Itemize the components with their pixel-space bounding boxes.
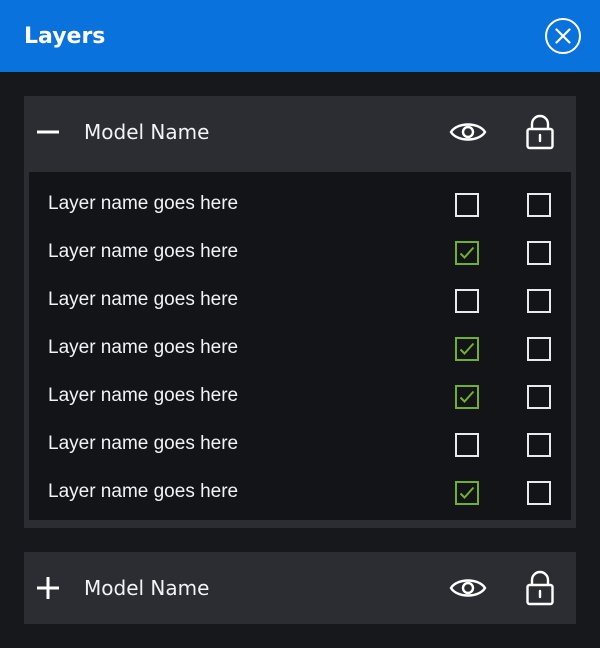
lock-icon xyxy=(525,570,555,606)
model-lock-toggle[interactable] xyxy=(522,112,558,152)
layer-lock-checkbox[interactable] xyxy=(527,433,551,457)
layer-row: Layer name goes here xyxy=(29,420,571,468)
close-icon xyxy=(555,28,571,44)
expand-button[interactable] xyxy=(34,576,62,600)
layer-lock-checkbox[interactable] xyxy=(527,385,551,409)
layer-name: Layer name goes here xyxy=(48,193,239,214)
layer-lock-checkbox[interactable] xyxy=(527,193,551,217)
layer-visibility-checkbox[interactable] xyxy=(455,241,479,265)
model-lock-toggle[interactable] xyxy=(522,568,558,608)
layer-name: Layer name goes here xyxy=(48,433,239,454)
layer-visibility-checkbox[interactable] xyxy=(455,433,479,457)
layer-row: Layer name goes here xyxy=(29,372,571,420)
layer-row: Layer name goes here xyxy=(29,276,571,324)
plus-icon xyxy=(36,576,60,600)
panel-title: Layers xyxy=(24,23,106,49)
layer-lock-checkbox[interactable] xyxy=(527,241,551,265)
layer-name: Layer name goes here xyxy=(48,289,239,310)
model-name: Model Name xyxy=(84,120,210,144)
layer-visibility-checkbox[interactable] xyxy=(455,193,479,217)
layer-visibility-checkbox[interactable] xyxy=(455,337,479,361)
model-name: Model Name xyxy=(84,576,210,600)
layer-row: Layer name goes here xyxy=(29,228,571,276)
checkmark-icon xyxy=(459,390,475,403)
layer-lock-checkbox[interactable] xyxy=(527,337,551,361)
model-group-2: Model Name xyxy=(24,552,576,624)
eye-icon xyxy=(449,576,487,600)
layer-list: Layer name goes here Layer name goes her… xyxy=(29,172,571,520)
checkmark-icon xyxy=(459,246,475,259)
layer-name: Layer name goes here xyxy=(48,337,239,358)
layer-visibility-checkbox[interactable] xyxy=(455,481,479,505)
model-group-1: Model Name Layer name goes here Layer na… xyxy=(24,96,576,528)
model-header: Model Name xyxy=(24,552,576,624)
layer-row: Layer name goes here xyxy=(29,324,571,372)
layer-name: Layer name goes here xyxy=(48,385,239,406)
model-header: Model Name xyxy=(24,96,576,168)
panel-header: Layers xyxy=(0,0,600,72)
layer-name: Layer name goes here xyxy=(48,241,239,262)
layer-lock-checkbox[interactable] xyxy=(527,289,551,313)
minus-icon xyxy=(36,120,60,144)
checkmark-icon xyxy=(459,486,475,499)
checkmark-icon xyxy=(459,342,475,355)
layers-panel: Layers Model Name Layer name goes here L… xyxy=(0,0,600,648)
layer-row: Layer name goes here xyxy=(29,180,571,228)
layer-visibility-checkbox[interactable] xyxy=(455,289,479,313)
collapse-button[interactable] xyxy=(34,120,62,144)
layer-name: Layer name goes here xyxy=(48,481,239,502)
lock-icon xyxy=(525,114,555,150)
close-button[interactable] xyxy=(545,18,581,54)
layer-row: Layer name goes here xyxy=(29,468,571,516)
layer-visibility-checkbox[interactable] xyxy=(455,385,479,409)
model-visibility-toggle[interactable] xyxy=(448,116,488,148)
eye-icon xyxy=(449,120,487,144)
model-visibility-toggle[interactable] xyxy=(448,572,488,604)
layer-lock-checkbox[interactable] xyxy=(527,481,551,505)
